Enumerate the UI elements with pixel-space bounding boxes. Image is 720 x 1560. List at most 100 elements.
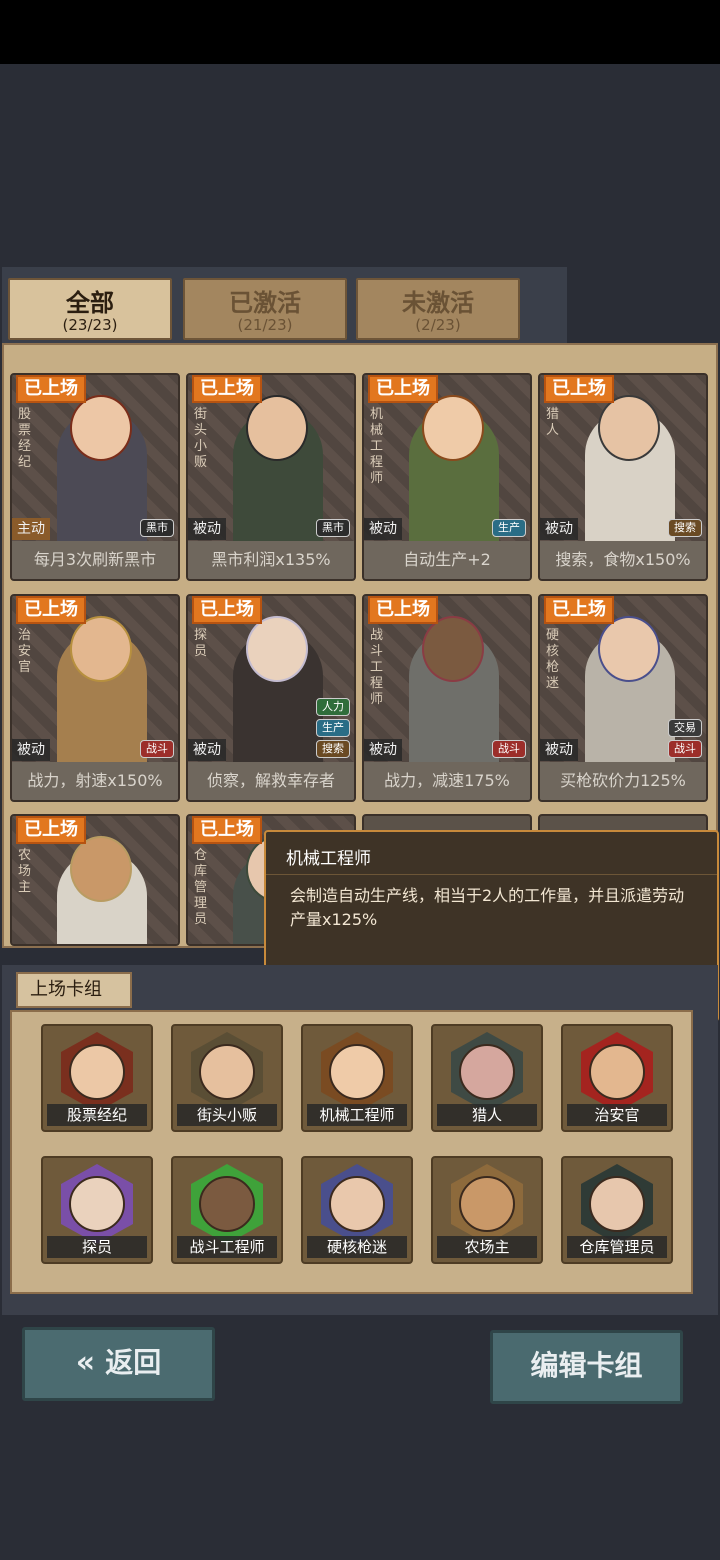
tab-all[interactable]: 全部 (23/23) bbox=[8, 278, 172, 340]
tag-search: 搜索 bbox=[668, 519, 702, 537]
card-mode: 被动 bbox=[364, 518, 402, 540]
card-hardcore-gun-fan[interactable]: 已上场 硬核枪迷 被动 交易 战斗 买枪砍价力125% bbox=[538, 594, 708, 802]
character-head bbox=[422, 616, 484, 682]
tag-black-market: 黑市 bbox=[316, 519, 350, 537]
slot-face bbox=[69, 1176, 125, 1232]
card-name: 机械工程师 bbox=[370, 407, 384, 486]
deck-slot[interactable]: 机械工程师 bbox=[301, 1024, 413, 1132]
slot-label: 仓库管理员 bbox=[567, 1236, 667, 1258]
slot-face bbox=[589, 1044, 645, 1100]
card-mode: 被动 bbox=[188, 739, 226, 761]
slot-face bbox=[329, 1176, 385, 1232]
on-field-badge: 已上场 bbox=[192, 375, 262, 403]
back-label: 返回 bbox=[105, 1346, 162, 1379]
slot-label: 股票经纪 bbox=[47, 1104, 147, 1126]
slot-label: 农场主 bbox=[437, 1236, 537, 1258]
card-desc: 搜索，食物x150% bbox=[540, 541, 706, 579]
deck-slot[interactable]: 仓库管理员 bbox=[561, 1156, 673, 1264]
character-head bbox=[246, 616, 308, 682]
deck-slot[interactable]: 农场主 bbox=[431, 1156, 543, 1264]
card-mode: 被动 bbox=[540, 739, 578, 761]
card-mode: 被动 bbox=[188, 518, 226, 540]
tag-production: 生产 bbox=[492, 519, 526, 537]
card-name: 硬核枪迷 bbox=[546, 628, 560, 691]
tag-trade: 交易 bbox=[668, 719, 702, 737]
deck-slot[interactable]: 治安官 bbox=[561, 1024, 673, 1132]
on-field-badge: 已上场 bbox=[544, 375, 614, 403]
card-mode: 被动 bbox=[12, 739, 50, 761]
deck-slot[interactable]: 猎人 bbox=[431, 1024, 543, 1132]
deck-slot[interactable]: 硬核枪迷 bbox=[301, 1156, 413, 1264]
card-stock-broker[interactable]: 已上场 股票经纪 主动 黑市 每月3次刷新黑市 bbox=[10, 373, 180, 581]
card-desc: 战力，射速x150% bbox=[12, 762, 178, 800]
tooltip-body: 会制造自动生产线，相当于2人的工作量，并且派遣劳动产量x125% bbox=[290, 886, 685, 929]
card-name: 猎人 bbox=[546, 407, 560, 438]
character-head bbox=[70, 616, 132, 682]
on-field-badge: 已上场 bbox=[192, 816, 262, 844]
tag-black-market: 黑市 bbox=[140, 519, 174, 537]
slot-face bbox=[329, 1044, 385, 1100]
tag-combat: 战斗 bbox=[668, 740, 702, 758]
card-mode: 被动 bbox=[364, 739, 402, 761]
tab-all-count: (23/23) bbox=[62, 316, 118, 334]
on-field-badge: 已上场 bbox=[368, 375, 438, 403]
tab-activated[interactable]: 已激活 (21/23) bbox=[183, 278, 347, 340]
card-name: 股票经纪 bbox=[18, 407, 32, 470]
slot-label: 硬核枪迷 bbox=[307, 1236, 407, 1258]
card-hunter[interactable]: 已上场 猎人 被动 搜索 搜索，食物x150% bbox=[538, 373, 708, 581]
slot-face bbox=[459, 1176, 515, 1232]
tag-manpower: 人力 bbox=[316, 698, 350, 716]
top-bar bbox=[0, 0, 720, 64]
card-name: 仓库管理员 bbox=[194, 848, 208, 927]
slot-face bbox=[199, 1044, 255, 1100]
slot-label: 治安官 bbox=[567, 1104, 667, 1126]
card-mechanical-engineer[interactable]: 已上场 机械工程师 被动 生产 自动生产+2 bbox=[362, 373, 532, 581]
card-tags: 战斗 bbox=[492, 740, 526, 758]
tag-combat: 战斗 bbox=[492, 740, 526, 758]
card-tags: 黑市 bbox=[140, 519, 174, 537]
slot-label: 战斗工程师 bbox=[177, 1236, 277, 1258]
card-desc: 买枪砍价力125% bbox=[540, 762, 706, 800]
card-sheriff[interactable]: 已上场 治安官 被动 战斗 战力，射速x150% bbox=[10, 594, 180, 802]
slot-label: 猎人 bbox=[437, 1104, 537, 1126]
tooltip-divider bbox=[266, 874, 717, 875]
tab-inactivated-count: (2/23) bbox=[415, 316, 461, 334]
back-button[interactable]: « 返回 bbox=[22, 1327, 215, 1401]
tooltip-title: 机械工程师 bbox=[286, 849, 371, 869]
card-tags: 生产 bbox=[492, 519, 526, 537]
card-street-vendor[interactable]: 已上场 街头小贩 被动 黑市 黑市利润x135% bbox=[186, 373, 356, 581]
double-chevron-left-icon: « bbox=[75, 1345, 96, 1380]
character-head bbox=[598, 395, 660, 461]
slot-label: 机械工程师 bbox=[307, 1104, 407, 1126]
edit-deck-button[interactable]: 编辑卡组 bbox=[490, 1330, 683, 1404]
card-farmer[interactable]: 已上场 农场主 bbox=[10, 814, 180, 946]
character-head bbox=[598, 616, 660, 682]
on-field-badge: 已上场 bbox=[16, 596, 86, 624]
tab-inactivated[interactable]: 未激活 (2/23) bbox=[356, 278, 520, 340]
deck-slot[interactable]: 街头小贩 bbox=[171, 1024, 283, 1132]
slot-face bbox=[459, 1044, 515, 1100]
character-head bbox=[246, 395, 308, 461]
card-desc: 侦察，解救幸存者 bbox=[188, 762, 354, 800]
slot-label: 探员 bbox=[47, 1236, 147, 1258]
tab-all-label: 全部 bbox=[66, 289, 114, 317]
card-desc: 每月3次刷新黑市 bbox=[12, 541, 178, 579]
on-field-badge: 已上场 bbox=[192, 596, 262, 624]
card-tags: 黑市 bbox=[316, 519, 350, 537]
card-name: 探员 bbox=[194, 628, 208, 659]
card-desc: 黑市利润x135% bbox=[188, 541, 354, 579]
card-mode: 主动 bbox=[12, 518, 50, 540]
character-head bbox=[70, 836, 132, 902]
card-detective[interactable]: 已上场 探员 被动 人力 生产 搜索 侦察，解救幸存者 bbox=[186, 594, 356, 802]
tag-production: 生产 bbox=[316, 719, 350, 737]
tab-inactivated-label: 未激活 bbox=[402, 289, 474, 317]
card-desc: 自动生产+2 bbox=[364, 541, 530, 579]
deck-slot[interactable]: 股票经纪 bbox=[41, 1024, 153, 1132]
character-head bbox=[422, 395, 484, 461]
on-field-badge: 已上场 bbox=[544, 596, 614, 624]
on-field-badge: 已上场 bbox=[368, 596, 438, 624]
card-mode: 被动 bbox=[540, 518, 578, 540]
deck-slot[interactable]: 探员 bbox=[41, 1156, 153, 1264]
deck-slot[interactable]: 战斗工程师 bbox=[171, 1156, 283, 1264]
card-combat-engineer[interactable]: 已上场 战斗工程师 被动 战斗 战力，减速175% bbox=[362, 594, 532, 802]
